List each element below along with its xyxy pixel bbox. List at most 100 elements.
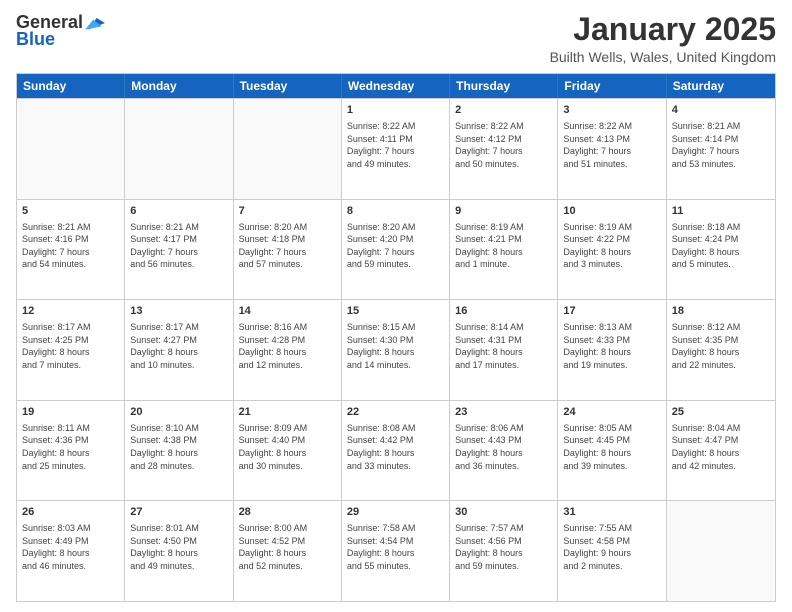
day-number: 26 [22,505,119,520]
day-header-saturday: Saturday [667,74,775,98]
day-info: Sunrise: 8:10 AM Sunset: 4:38 PM Dayligh… [130,422,227,472]
day-cell: 12 Sunrise: 8:17 AM Sunset: 4:25 PM Dayli… [17,300,125,400]
day-cell [234,99,342,199]
day-number: 30 [455,505,552,520]
title-block: January 2025 Builth Wells, Wales, United… [550,12,776,65]
day-info: Sunrise: 8:00 AM Sunset: 4:52 PM Dayligh… [239,522,336,572]
day-cell: 23Sunrise: 8:06 AM Sunset: 4:43 PM Dayli… [450,401,558,501]
day-info: Sunrise: 8:01 AM Sunset: 4:50 PM Dayligh… [130,522,227,572]
day-number: 18 [672,304,770,319]
day-cell: 16 Sunrise: 8:14 AM Sunset: 4:31 PM Dayli… [450,300,558,400]
day-number: 31 [563,505,660,520]
week-row-4: 26 Sunrise: 8:03 AM Sunset: 4:49 PM Dayli… [17,500,775,601]
day-cell: 30 Sunrise: 7:57 AM Sunset: 4:56 PM Dayli… [450,501,558,601]
day-cell: 1Sunrise: 8:22 AM Sunset: 4:11 PM Daylig… [342,99,450,199]
day-info: Sunrise: 8:17 AM Sunset: 4:27 PM Dayligh… [130,321,227,371]
day-cell: 8 Sunrise: 8:20 AM Sunset: 4:20 PM Daylig… [342,200,450,300]
day-cell: 26 Sunrise: 8:03 AM Sunset: 4:49 PM Dayli… [17,501,125,601]
day-info: Sunrise: 8:14 AM Sunset: 4:31 PM Dayligh… [455,321,552,371]
day-cell: 22 Sunrise: 8:08 AM Sunset: 4:42 PM Dayli… [342,401,450,501]
day-info: Sunrise: 8:19 AM Sunset: 4:22 PM Dayligh… [563,221,660,271]
day-number: 8 [347,204,444,219]
day-info: Sunrise: 8:04 AM Sunset: 4:47 PM Dayligh… [672,422,770,472]
day-info: Sunrise: 8:13 AM Sunset: 4:33 PM Dayligh… [563,321,660,371]
day-info: Sunrise: 8:18 AM Sunset: 4:24 PM Dayligh… [672,221,770,271]
day-info: Sunrise: 8:21 AM Sunset: 4:14 PM Dayligh… [672,120,770,170]
day-cell: 27 Sunrise: 8:01 AM Sunset: 4:50 PM Dayli… [125,501,233,601]
day-number: 19 [22,405,119,420]
day-info: Sunrise: 8:20 AM Sunset: 4:20 PM Dayligh… [347,221,444,271]
day-cell: 4 Sunrise: 8:21 AM Sunset: 4:14 PM Daylig… [667,99,775,199]
day-cell: 5Sunrise: 8:21 AM Sunset: 4:16 PM Daylig… [17,200,125,300]
day-cell: 2Sunrise: 8:22 AM Sunset: 4:12 PM Daylig… [450,99,558,199]
calendar-header-row: SundayMondayTuesdayWednesdayThursdayFrid… [17,74,775,98]
week-row-1: 5Sunrise: 8:21 AM Sunset: 4:16 PM Daylig… [17,199,775,300]
calendar-subtitle: Builth Wells, Wales, United Kingdom [550,49,776,65]
day-cell: 20 Sunrise: 8:10 AM Sunset: 4:38 PM Dayli… [125,401,233,501]
day-number: 24 [563,405,660,420]
day-header-wednesday: Wednesday [342,74,450,98]
day-cell: 6 Sunrise: 8:21 AM Sunset: 4:17 PM Daylig… [125,200,233,300]
calendar-body: 1Sunrise: 8:22 AM Sunset: 4:11 PM Daylig… [17,98,775,601]
day-number: 17 [563,304,660,319]
day-info: Sunrise: 8:03 AM Sunset: 4:49 PM Dayligh… [22,522,119,572]
day-info: Sunrise: 8:05 AM Sunset: 4:45 PM Dayligh… [563,422,660,472]
day-cell: 24 Sunrise: 8:05 AM Sunset: 4:45 PM Dayli… [558,401,666,501]
day-number: 25 [672,405,770,420]
header: General Blue January 2025 Builth Wells, … [16,12,776,65]
day-info: Sunrise: 8:20 AM Sunset: 4:18 PM Dayligh… [239,221,336,271]
day-info: Sunrise: 7:58 AM Sunset: 4:54 PM Dayligh… [347,522,444,572]
day-number: 9 [455,204,552,219]
day-number: 16 [455,304,552,319]
logo: General Blue [16,12,105,50]
day-info: Sunrise: 7:57 AM Sunset: 4:56 PM Dayligh… [455,522,552,572]
day-number: 4 [672,103,770,118]
day-number: 2 [455,103,552,118]
day-number: 3 [563,103,660,118]
day-cell: 29Sunrise: 7:58 AM Sunset: 4:54 PM Dayli… [342,501,450,601]
week-row-3: 19 Sunrise: 8:11 AM Sunset: 4:36 PM Dayli… [17,400,775,501]
day-header-sunday: Sunday [17,74,125,98]
day-header-tuesday: Tuesday [234,74,342,98]
day-info: Sunrise: 8:11 AM Sunset: 4:36 PM Dayligh… [22,422,119,472]
day-number: 20 [130,405,227,420]
day-cell: 18 Sunrise: 8:12 AM Sunset: 4:35 PM Dayli… [667,300,775,400]
day-cell: 17 Sunrise: 8:13 AM Sunset: 4:33 PM Dayli… [558,300,666,400]
day-number: 14 [239,304,336,319]
day-number: 12 [22,304,119,319]
day-cell: 13 Sunrise: 8:17 AM Sunset: 4:27 PM Dayli… [125,300,233,400]
day-header-monday: Monday [125,74,233,98]
day-cell: 10 Sunrise: 8:19 AM Sunset: 4:22 PM Dayli… [558,200,666,300]
logo-blue-text: Blue [16,29,55,50]
day-info: Sunrise: 8:22 AM Sunset: 4:11 PM Dayligh… [347,120,444,170]
day-number: 22 [347,405,444,420]
logo-icon [85,13,105,33]
day-number: 15 [347,304,444,319]
day-header-friday: Friday [558,74,666,98]
day-number: 11 [672,204,770,219]
day-number: 28 [239,505,336,520]
day-info: Sunrise: 7:55 AM Sunset: 4:58 PM Dayligh… [563,522,660,572]
day-info: Sunrise: 8:09 AM Sunset: 4:40 PM Dayligh… [239,422,336,472]
day-cell: 3Sunrise: 8:22 AM Sunset: 4:13 PM Daylig… [558,99,666,199]
day-number: 10 [563,204,660,219]
day-info: Sunrise: 8:15 AM Sunset: 4:30 PM Dayligh… [347,321,444,371]
day-number: 5 [22,204,119,219]
day-cell: 14Sunrise: 8:16 AM Sunset: 4:28 PM Dayli… [234,300,342,400]
day-info: Sunrise: 8:12 AM Sunset: 4:35 PM Dayligh… [672,321,770,371]
day-info: Sunrise: 8:06 AM Sunset: 4:43 PM Dayligh… [455,422,552,472]
day-cell: 21 Sunrise: 8:09 AM Sunset: 4:40 PM Dayli… [234,401,342,501]
day-number: 13 [130,304,227,319]
day-number: 6 [130,204,227,219]
day-info: Sunrise: 8:17 AM Sunset: 4:25 PM Dayligh… [22,321,119,371]
day-header-thursday: Thursday [450,74,558,98]
week-row-0: 1Sunrise: 8:22 AM Sunset: 4:11 PM Daylig… [17,98,775,199]
week-row-2: 12 Sunrise: 8:17 AM Sunset: 4:25 PM Dayli… [17,299,775,400]
day-cell: 15 Sunrise: 8:15 AM Sunset: 4:30 PM Dayli… [342,300,450,400]
page: General Blue January 2025 Builth Wells, … [0,0,792,612]
day-number: 27 [130,505,227,520]
day-number: 21 [239,405,336,420]
day-info: Sunrise: 8:08 AM Sunset: 4:42 PM Dayligh… [347,422,444,472]
day-info: Sunrise: 8:21 AM Sunset: 4:17 PM Dayligh… [130,221,227,271]
day-cell: 25 Sunrise: 8:04 AM Sunset: 4:47 PM Dayli… [667,401,775,501]
